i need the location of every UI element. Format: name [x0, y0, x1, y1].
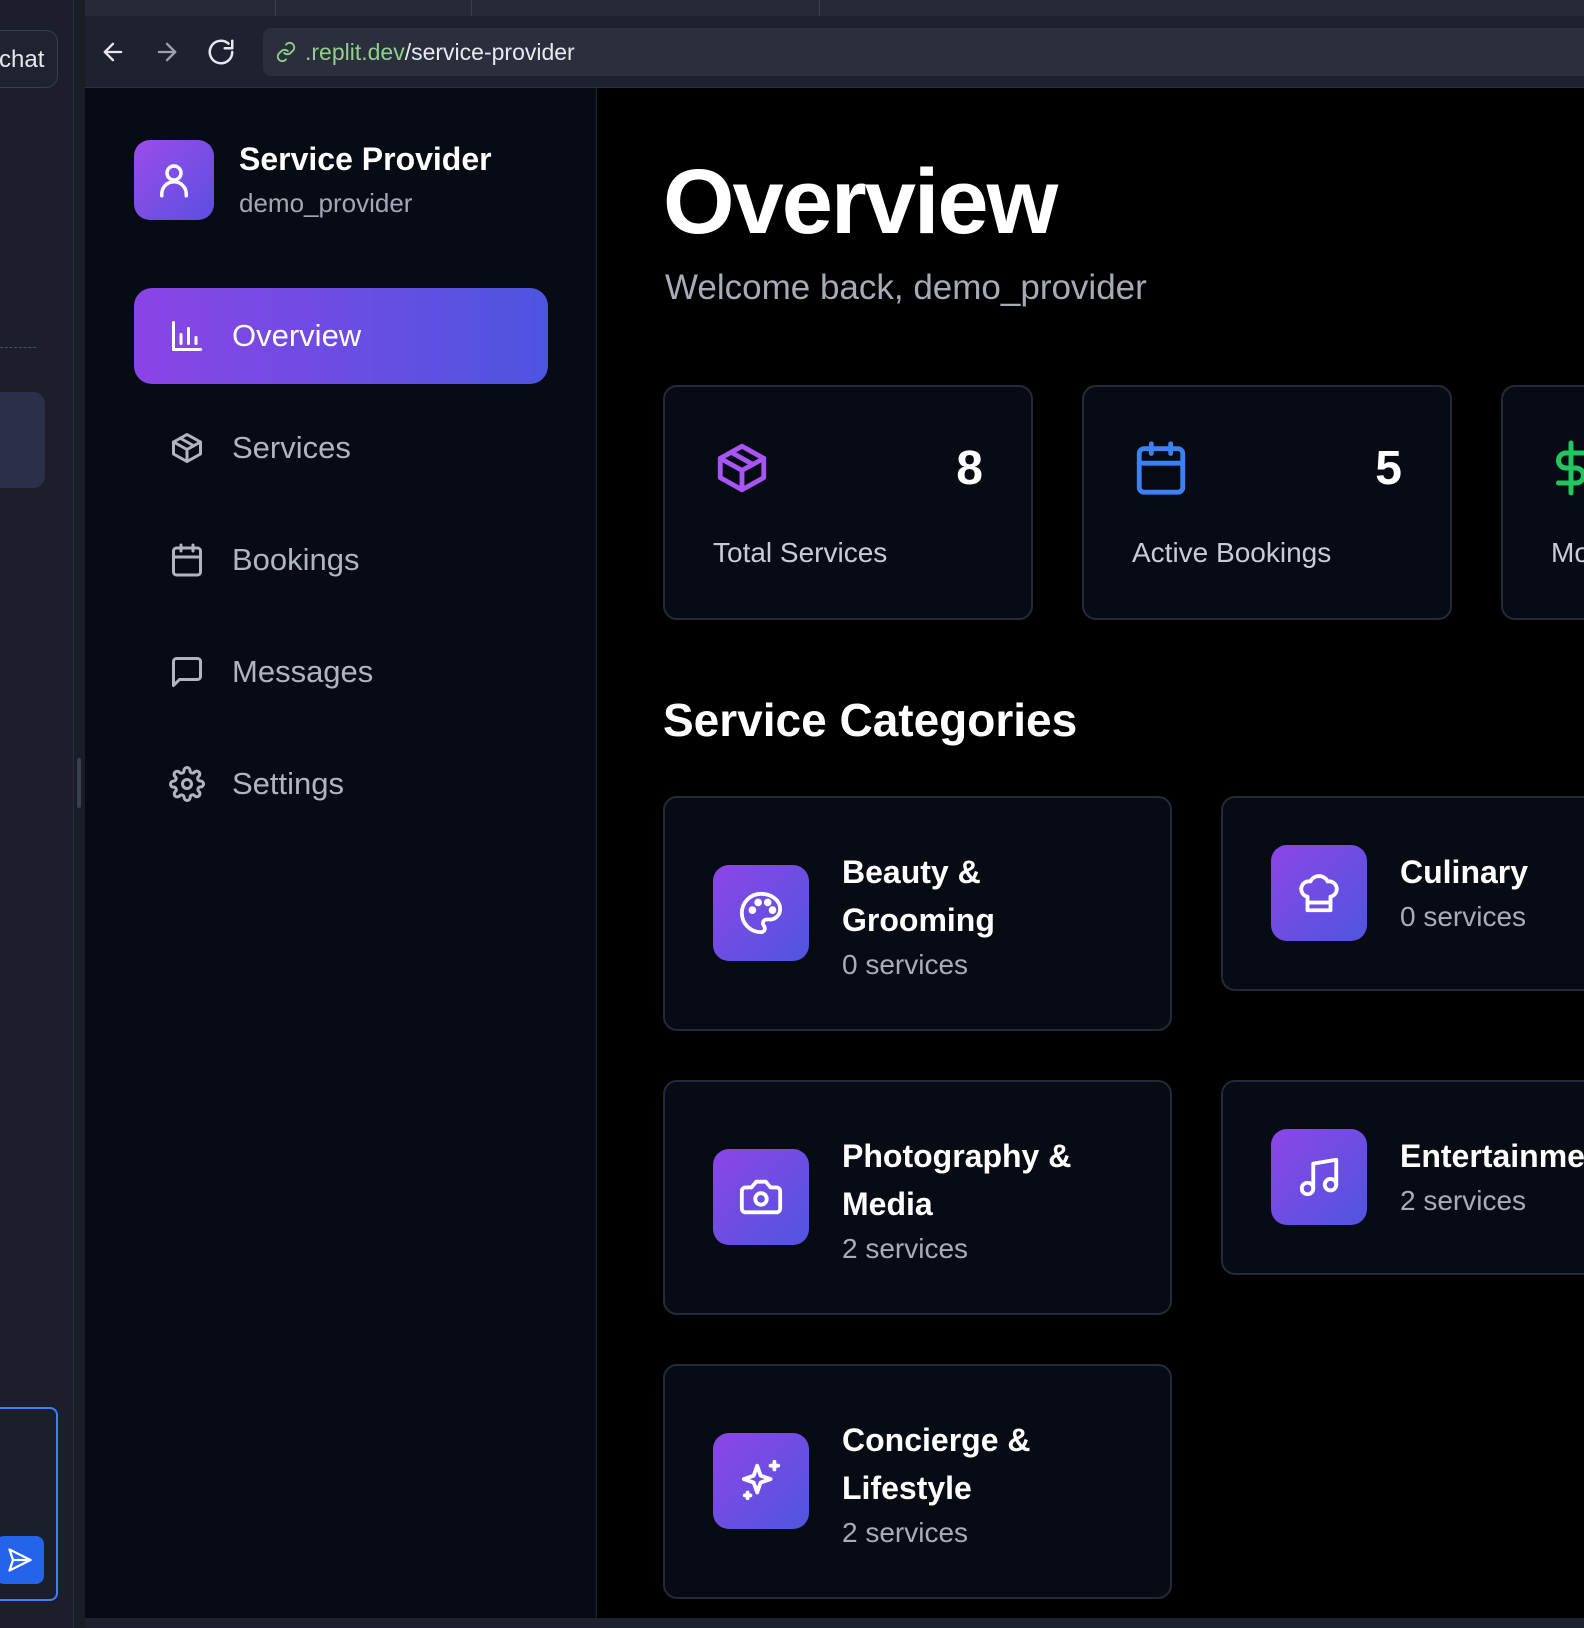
sparkles-icon: [741, 1459, 781, 1501]
url-path: /service-provider: [404, 38, 575, 65]
reload-button[interactable]: [201, 32, 241, 72]
reload-icon: [208, 39, 234, 65]
chat-message-card[interactable]: [0, 392, 45, 488]
sidebar-item-label: Settings: [232, 766, 345, 801]
sidebar-item-overview[interactable]: Overview: [134, 288, 548, 384]
sidebar-nav: Overview Services Bookings Messages Sett…: [134, 288, 548, 848]
chat-button[interactable]: chat: [0, 30, 58, 88]
music-icon: [1299, 1157, 1339, 1197]
stat-value: 8: [956, 442, 983, 495]
avatar: [134, 140, 214, 220]
send-icon: [8, 1548, 32, 1572]
sidebar-item-label: Bookings: [232, 542, 360, 577]
category-card-culinary[interactable]: Culinary 0 services: [1221, 796, 1584, 991]
section-title: Service Categories: [663, 694, 1078, 746]
category-icon-tile: [713, 865, 809, 961]
package-icon: [172, 433, 202, 463]
tab-separator: [275, 0, 276, 16]
category-name: Entertainme: [1400, 1138, 1584, 1174]
user-icon: [160, 164, 188, 198]
arrow-left-icon: [103, 42, 123, 62]
main-content: Overview Welcome back, demo_provider 8 T…: [663, 88, 1584, 1618]
sidebar-item-label: Messages: [232, 654, 374, 689]
stat-label: Mo: [1551, 537, 1584, 568]
category-icon-tile: [713, 1149, 809, 1245]
category-count: 0 services: [842, 949, 969, 980]
tab-strip: [85, 0, 1584, 16]
url-domain: .replit.dev: [305, 38, 405, 65]
stat-card-total-services: 8 Total Services: [663, 385, 1033, 620]
send-button[interactable]: [0, 1536, 44, 1584]
tab-separator: [819, 0, 820, 16]
category-name: Lifestyle: [842, 1470, 972, 1506]
category-icon-tile: [713, 1433, 809, 1529]
category-name: Grooming: [842, 902, 995, 938]
message-square-icon: [172, 657, 202, 687]
brand-username: demo_provider: [239, 188, 413, 218]
back-button[interactable]: [93, 32, 133, 72]
forward-button[interactable]: [147, 32, 187, 72]
replit-side-panel: chat: [0, 0, 74, 1628]
category-name: Photography &: [842, 1138, 1072, 1174]
chef-hat-icon: [1299, 874, 1339, 913]
gear-icon: [169, 766, 205, 802]
calendar-icon: [172, 543, 202, 577]
category-count: 2 services: [842, 1233, 969, 1264]
category-name: Culinary: [1400, 854, 1529, 890]
stat-value: 5: [1375, 442, 1402, 495]
dollar-icon: [1556, 440, 1584, 496]
category-name: Beauty &: [842, 854, 981, 890]
resize-handle[interactable]: [77, 758, 81, 808]
stat-label: Active Bookings: [1132, 537, 1332, 568]
sidebar: Service Provider demo_provider Overview …: [85, 88, 597, 1618]
stat-card-active-bookings: 5 Active Bookings: [1082, 385, 1452, 620]
category-card-beauty[interactable]: Beauty & Grooming 0 services: [663, 796, 1172, 1031]
category-card-entertainment[interactable]: Entertainme 2 services: [1221, 1080, 1584, 1275]
address-bar[interactable]: .replit.dev/service-provider: [263, 28, 1584, 76]
sidebar-item-services[interactable]: Services: [134, 400, 548, 496]
arrow-right-icon: [157, 42, 177, 62]
category-count: 2 services: [842, 1517, 969, 1548]
brand-title: Service Provider: [239, 141, 492, 177]
category-icon-tile: [1271, 845, 1367, 941]
sidebar-item-label: Services: [232, 430, 351, 465]
package-icon: [717, 443, 767, 493]
calendar-icon: [1136, 441, 1186, 495]
sidebar-item-messages[interactable]: Messages: [134, 624, 548, 720]
category-card-concierge[interactable]: Concierge & Lifestyle 2 services: [663, 1364, 1172, 1599]
stat-card-monthly: Mo: [1501, 385, 1584, 620]
page-subtitle: Welcome back, demo_provider: [665, 268, 1147, 307]
brand: Service Provider demo_provider: [134, 140, 492, 220]
sidebar-item-bookings[interactable]: Bookings: [134, 512, 548, 608]
bar-chart-icon: [172, 321, 202, 351]
stat-label: Total Services: [713, 537, 888, 568]
category-count: 2 services: [1400, 1185, 1527, 1216]
divider: [0, 347, 36, 348]
palette-icon: [739, 891, 783, 935]
category-name: Media: [842, 1186, 933, 1222]
category-count: 0 services: [1400, 901, 1527, 932]
category-card-photography[interactable]: Photography & Media 2 services: [663, 1080, 1172, 1315]
chat-label: chat: [0, 46, 45, 73]
page-title: Overview: [663, 151, 1058, 253]
category-icon-tile: [1271, 1129, 1367, 1225]
browser-toolbar: .replit.dev/service-provider: [85, 16, 1584, 88]
category-name: Concierge &: [842, 1422, 1031, 1458]
tab-separator: [471, 0, 472, 16]
link-icon: [276, 41, 296, 63]
sidebar-item-label: Overview: [232, 318, 362, 353]
app-root: Service Provider demo_provider Overview …: [85, 88, 1584, 1618]
sidebar-item-settings[interactable]: Settings: [134, 736, 548, 832]
camera-icon: [739, 1179, 783, 1215]
